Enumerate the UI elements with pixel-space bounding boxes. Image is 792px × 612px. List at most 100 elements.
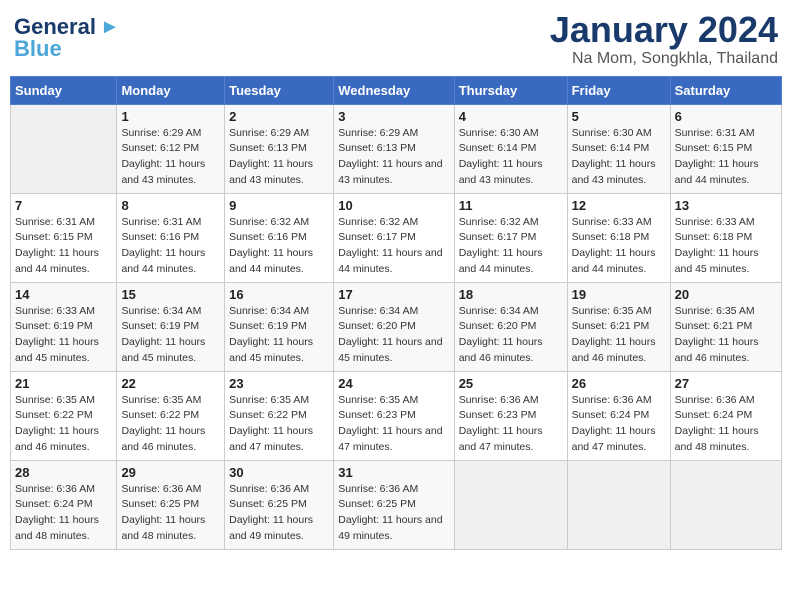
day-cell: 21 Sunrise: 6:35 AMSunset: 6:22 PMDayligh…: [11, 371, 117, 460]
day-info: Sunrise: 6:30 AMSunset: 6:14 PMDaylight:…: [572, 126, 666, 189]
day-number: 7: [15, 198, 112, 213]
day-cell: 19 Sunrise: 6:35 AMSunset: 6:21 PMDayligh…: [567, 282, 670, 371]
column-header-sunday: Sunday: [11, 76, 117, 104]
day-info: Sunrise: 6:31 AMSunset: 6:15 PMDaylight:…: [15, 215, 112, 278]
calendar-title: January 2024: [550, 10, 778, 50]
week-row-1: 1Sunrise: 6:29 AMSunset: 6:12 PMDaylight…: [11, 104, 782, 193]
day-cell: 24 Sunrise: 6:35 AMSunset: 6:23 PMDayligh…: [334, 371, 454, 460]
day-info: Sunrise: 6:29 AMSunset: 6:13 PMDaylight:…: [338, 126, 449, 189]
day-cell: 30 Sunrise: 6:36 AMSunset: 6:25 PMDayligh…: [225, 460, 334, 549]
day-number: 10: [338, 198, 449, 213]
day-number: 9: [229, 198, 329, 213]
day-info: Sunrise: 6:29 AMSunset: 6:12 PMDaylight:…: [121, 126, 220, 189]
calendar-table: SundayMondayTuesdayWednesdayThursdayFrid…: [10, 76, 782, 550]
day-info: Sunrise: 6:36 AMSunset: 6:24 PMDaylight:…: [675, 393, 777, 456]
day-info: Sunrise: 6:33 AMSunset: 6:19 PMDaylight:…: [15, 304, 112, 367]
day-cell: 1Sunrise: 6:29 AMSunset: 6:12 PMDaylight…: [117, 104, 225, 193]
day-info: Sunrise: 6:31 AMSunset: 6:16 PMDaylight:…: [121, 215, 220, 278]
day-number: 26: [572, 376, 666, 391]
day-info: Sunrise: 6:36 AMSunset: 6:23 PMDaylight:…: [459, 393, 563, 456]
day-cell: 5 Sunrise: 6:30 AMSunset: 6:14 PMDaylight…: [567, 104, 670, 193]
title-block: January 2024 Na Mom, Songkhla, Thailand: [550, 10, 778, 68]
day-cell: 28 Sunrise: 6:36 AMSunset: 6:24 PMDayligh…: [11, 460, 117, 549]
day-cell: 23 Sunrise: 6:35 AMSunset: 6:22 PMDayligh…: [225, 371, 334, 460]
day-cell: 31 Sunrise: 6:36 AMSunset: 6:25 PMDayligh…: [334, 460, 454, 549]
column-header-thursday: Thursday: [454, 76, 567, 104]
day-number: 16: [229, 287, 329, 302]
day-number: 27: [675, 376, 777, 391]
day-cell: 7 Sunrise: 6:31 AMSunset: 6:15 PMDaylight…: [11, 193, 117, 282]
day-number: 21: [15, 376, 112, 391]
day-number: 29: [121, 465, 220, 480]
day-info: Sunrise: 6:32 AMSunset: 6:17 PMDaylight:…: [338, 215, 449, 278]
day-info: Sunrise: 6:34 AMSunset: 6:19 PMDaylight:…: [121, 304, 220, 367]
day-info: Sunrise: 6:36 AMSunset: 6:25 PMDaylight:…: [338, 482, 449, 545]
day-cell: 11 Sunrise: 6:32 AMSunset: 6:17 PMDayligh…: [454, 193, 567, 282]
day-cell: [454, 460, 567, 549]
day-number: 5: [572, 109, 666, 124]
calendar-subtitle: Na Mom, Songkhla, Thailand: [550, 50, 778, 68]
day-info: Sunrise: 6:34 AMSunset: 6:20 PMDaylight:…: [459, 304, 563, 367]
day-cell: 8 Sunrise: 6:31 AMSunset: 6:16 PMDaylight…: [117, 193, 225, 282]
day-number: 30: [229, 465, 329, 480]
day-cell: 17 Sunrise: 6:34 AMSunset: 6:20 PMDayligh…: [334, 282, 454, 371]
day-cell: 26 Sunrise: 6:36 AMSunset: 6:24 PMDayligh…: [567, 371, 670, 460]
day-number: 23: [229, 376, 329, 391]
header-row: SundayMondayTuesdayWednesdayThursdayFrid…: [11, 76, 782, 104]
day-number: 20: [675, 287, 777, 302]
day-cell: 20 Sunrise: 6:35 AMSunset: 6:21 PMDayligh…: [670, 282, 781, 371]
day-cell: 25 Sunrise: 6:36 AMSunset: 6:23 PMDayligh…: [454, 371, 567, 460]
day-cell: 15Sunrise: 6:34 AMSunset: 6:19 PMDayligh…: [117, 282, 225, 371]
day-info: Sunrise: 6:36 AMSunset: 6:24 PMDaylight:…: [15, 482, 112, 545]
day-info: Sunrise: 6:34 AMSunset: 6:20 PMDaylight:…: [338, 304, 449, 367]
day-number: 2: [229, 109, 329, 124]
day-number: 31: [338, 465, 449, 480]
day-number: 22: [121, 376, 220, 391]
day-info: Sunrise: 6:35 AMSunset: 6:21 PMDaylight:…: [675, 304, 777, 367]
day-cell: 14 Sunrise: 6:33 AMSunset: 6:19 PMDayligh…: [11, 282, 117, 371]
day-info: Sunrise: 6:35 AMSunset: 6:22 PMDaylight:…: [229, 393, 329, 456]
column-header-wednesday: Wednesday: [334, 76, 454, 104]
day-cell: 13Sunrise: 6:33 AMSunset: 6:18 PMDayligh…: [670, 193, 781, 282]
day-cell: 10 Sunrise: 6:32 AMSunset: 6:17 PMDayligh…: [334, 193, 454, 282]
day-info: Sunrise: 6:31 AMSunset: 6:15 PMDaylight:…: [675, 126, 777, 189]
day-info: Sunrise: 6:35 AMSunset: 6:22 PMDaylight:…: [15, 393, 112, 456]
day-cell: 29 Sunrise: 6:36 AMSunset: 6:25 PMDayligh…: [117, 460, 225, 549]
day-number: 25: [459, 376, 563, 391]
day-number: 12: [572, 198, 666, 213]
day-number: 8: [121, 198, 220, 213]
day-number: 17: [338, 287, 449, 302]
week-row-3: 14 Sunrise: 6:33 AMSunset: 6:19 PMDayligh…: [11, 282, 782, 371]
day-info: Sunrise: 6:36 AMSunset: 6:25 PMDaylight:…: [121, 482, 220, 545]
day-number: 11: [459, 198, 563, 213]
day-cell: 18 Sunrise: 6:34 AMSunset: 6:20 PMDayligh…: [454, 282, 567, 371]
day-number: 19: [572, 287, 666, 302]
day-info: Sunrise: 6:35 AMSunset: 6:21 PMDaylight:…: [572, 304, 666, 367]
day-number: 18: [459, 287, 563, 302]
day-cell: 4Sunrise: 6:30 AMSunset: 6:14 PMDaylight…: [454, 104, 567, 193]
day-cell: 6 Sunrise: 6:31 AMSunset: 6:15 PMDaylight…: [670, 104, 781, 193]
day-info: Sunrise: 6:32 AMSunset: 6:16 PMDaylight:…: [229, 215, 329, 278]
day-info: Sunrise: 6:35 AMSunset: 6:23 PMDaylight:…: [338, 393, 449, 456]
day-number: 24: [338, 376, 449, 391]
day-info: Sunrise: 6:33 AMSunset: 6:18 PMDaylight:…: [675, 215, 777, 278]
day-cell: 22 Sunrise: 6:35 AMSunset: 6:22 PMDayligh…: [117, 371, 225, 460]
day-number: 28: [15, 465, 112, 480]
page-header: General ► Blue January 2024 Na Mom, Song…: [10, 10, 782, 68]
day-cell: 3Sunrise: 6:29 AMSunset: 6:13 PMDaylight…: [334, 104, 454, 193]
day-number: 14: [15, 287, 112, 302]
day-cell: [670, 460, 781, 549]
day-info: Sunrise: 6:32 AMSunset: 6:17 PMDaylight:…: [459, 215, 563, 278]
column-header-saturday: Saturday: [670, 76, 781, 104]
day-number: 6: [675, 109, 777, 124]
day-info: Sunrise: 6:36 AMSunset: 6:24 PMDaylight:…: [572, 393, 666, 456]
logo-blue-text: Blue: [14, 36, 62, 62]
day-cell: 16Sunrise: 6:34 AMSunset: 6:19 PMDayligh…: [225, 282, 334, 371]
day-cell: 9 Sunrise: 6:32 AMSunset: 6:16 PMDaylight…: [225, 193, 334, 282]
day-cell: 27 Sunrise: 6:36 AMSunset: 6:24 PMDayligh…: [670, 371, 781, 460]
day-info: Sunrise: 6:35 AMSunset: 6:22 PMDaylight:…: [121, 393, 220, 456]
logo-bird-icon: ►: [100, 16, 120, 39]
day-info: Sunrise: 6:29 AMSunset: 6:13 PMDaylight:…: [229, 126, 329, 189]
week-row-4: 21 Sunrise: 6:35 AMSunset: 6:22 PMDayligh…: [11, 371, 782, 460]
day-info: Sunrise: 6:36 AMSunset: 6:25 PMDaylight:…: [229, 482, 329, 545]
